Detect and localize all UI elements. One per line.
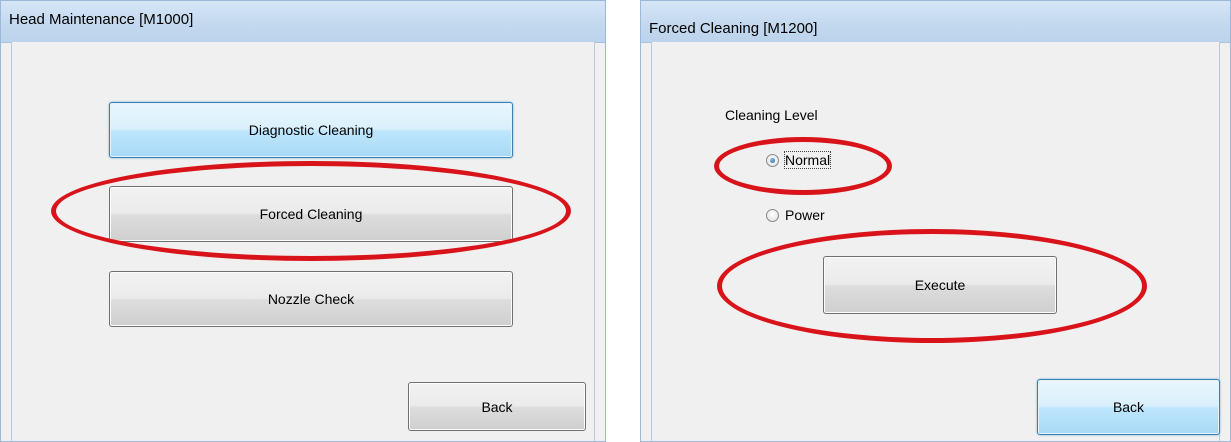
radio-power-label[interactable]: Power bbox=[785, 207, 825, 223]
forced-cleaning-dialog: Forced Cleaning [M1200] Cleaning Level N… bbox=[640, 0, 1231, 442]
radio-normal-label[interactable]: Normal bbox=[783, 151, 832, 169]
diagnostic-cleaning-button[interactable]: Diagnostic Cleaning bbox=[109, 102, 513, 158]
radio-normal[interactable]: Normal bbox=[766, 151, 832, 169]
forced-cleaning-back-button[interactable]: Back bbox=[1037, 379, 1220, 435]
head-maintenance-title: Head Maintenance [M1000] bbox=[9, 11, 194, 28]
head-maintenance-titlebar: Head Maintenance [M1000] bbox=[1, 1, 605, 43]
forced-cleaning-titlebar: Forced Cleaning [M1200] bbox=[641, 1, 1230, 43]
cleaning-level-label: Cleaning Level bbox=[725, 107, 818, 123]
head-maintenance-back-button[interactable]: Back bbox=[408, 382, 586, 431]
radio-normal-indicator[interactable] bbox=[766, 153, 779, 167]
forced-cleaning-title: Forced Cleaning [M1200] bbox=[649, 20, 818, 37]
nozzle-check-button[interactable]: Nozzle Check bbox=[109, 271, 513, 327]
radio-power[interactable]: Power bbox=[766, 207, 825, 223]
radio-power-indicator[interactable] bbox=[766, 208, 779, 222]
forced-cleaning-button[interactable]: Forced Cleaning bbox=[109, 186, 513, 242]
execute-button[interactable]: Execute bbox=[823, 256, 1057, 314]
head-maintenance-dialog: Head Maintenance [M1000] Diagnostic Clea… bbox=[0, 0, 606, 442]
